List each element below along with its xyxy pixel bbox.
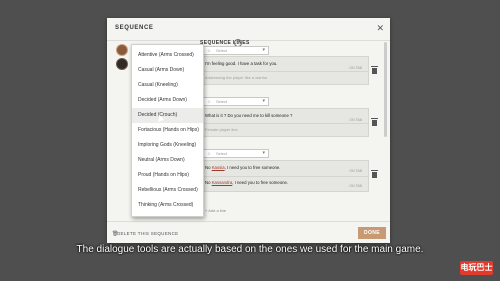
- avatar[interactable]: [116, 44, 128, 56]
- scrollbar[interactable]: [384, 42, 387, 137]
- close-icon[interactable]: ✕: [376, 23, 384, 34]
- emote-dropdown[interactable]: Attentive (Arms Crossed) Casual (Arms Do…: [131, 44, 204, 217]
- emote-icon: ☺: [207, 48, 212, 53]
- character-link[interactable]: Kassia: [212, 165, 225, 170]
- watermark-logo: 电玩巴士: [460, 261, 493, 275]
- emote-select[interactable]: ☺ Select ▾: [203, 149, 269, 158]
- delete-sequence-button[interactable]: DELETE THIS SEQUENCE: [117, 231, 178, 236]
- emote-icon: ☺: [207, 151, 212, 156]
- trash-icon[interactable]: [371, 66, 378, 74]
- avatar[interactable]: [116, 58, 128, 70]
- dropdown-option[interactable]: Rebellious (Arms Crossed): [132, 183, 203, 198]
- dropdown-option[interactable]: Neutral (Arms Down): [132, 153, 203, 168]
- line-card[interactable]: No Kassia, I need you to free someone. O…: [200, 160, 369, 192]
- dropdown-option[interactable]: Casual (Arms Down): [132, 63, 203, 78]
- add-line-link[interactable]: + Add a line: [205, 208, 226, 213]
- dropdown-option[interactable]: Thinking (Arms Crossed): [132, 198, 203, 213]
- dropdown-option[interactable]: Decided (Arms Down): [132, 93, 203, 108]
- modal-title: SEQUENCE: [115, 25, 154, 31]
- dropdown-option[interactable]: Proud (Hands on Hips): [132, 168, 203, 183]
- trash-icon[interactable]: [371, 170, 378, 178]
- dropdown-option[interactable]: Casual (Kneeling): [132, 78, 203, 93]
- line-card[interactable]: I'm feeling good. I have a task for you.…: [200, 56, 369, 85]
- chevron-down-icon: ▾: [262, 150, 265, 156]
- chevron-down-icon: ▾: [262, 47, 265, 53]
- emote-icon: ☺: [207, 99, 212, 104]
- line-card[interactable]: What is it ? Do you need me to kill some…: [200, 108, 369, 137]
- trash-icon[interactable]: [371, 118, 378, 126]
- done-button[interactable]: DONE: [358, 227, 386, 239]
- dropdown-option[interactable]: Fortacious (Hands on Hips): [132, 123, 203, 138]
- chevron-down-icon: ▾: [262, 98, 265, 104]
- modal-header: SEQUENCE ✕: [107, 18, 390, 41]
- modal-footer: 🗑 DELETE THIS SEQUENCE DONE: [107, 221, 390, 244]
- dropdown-option[interactable]: Imploring Gods (Kneeling): [132, 138, 203, 153]
- emote-select[interactable]: ☺ Select ▾: [203, 46, 269, 55]
- video-subtitle: The dialogue tools are actually based on…: [76, 244, 424, 255]
- dropdown-option[interactable]: Attentive (Arms Crossed): [132, 48, 203, 63]
- dropdown-option-highlighted[interactable]: Decided (Crouch): [132, 108, 203, 123]
- emote-select[interactable]: ☺ Select ▾: [203, 97, 269, 106]
- character-link[interactable]: Kassandra: [212, 180, 233, 185]
